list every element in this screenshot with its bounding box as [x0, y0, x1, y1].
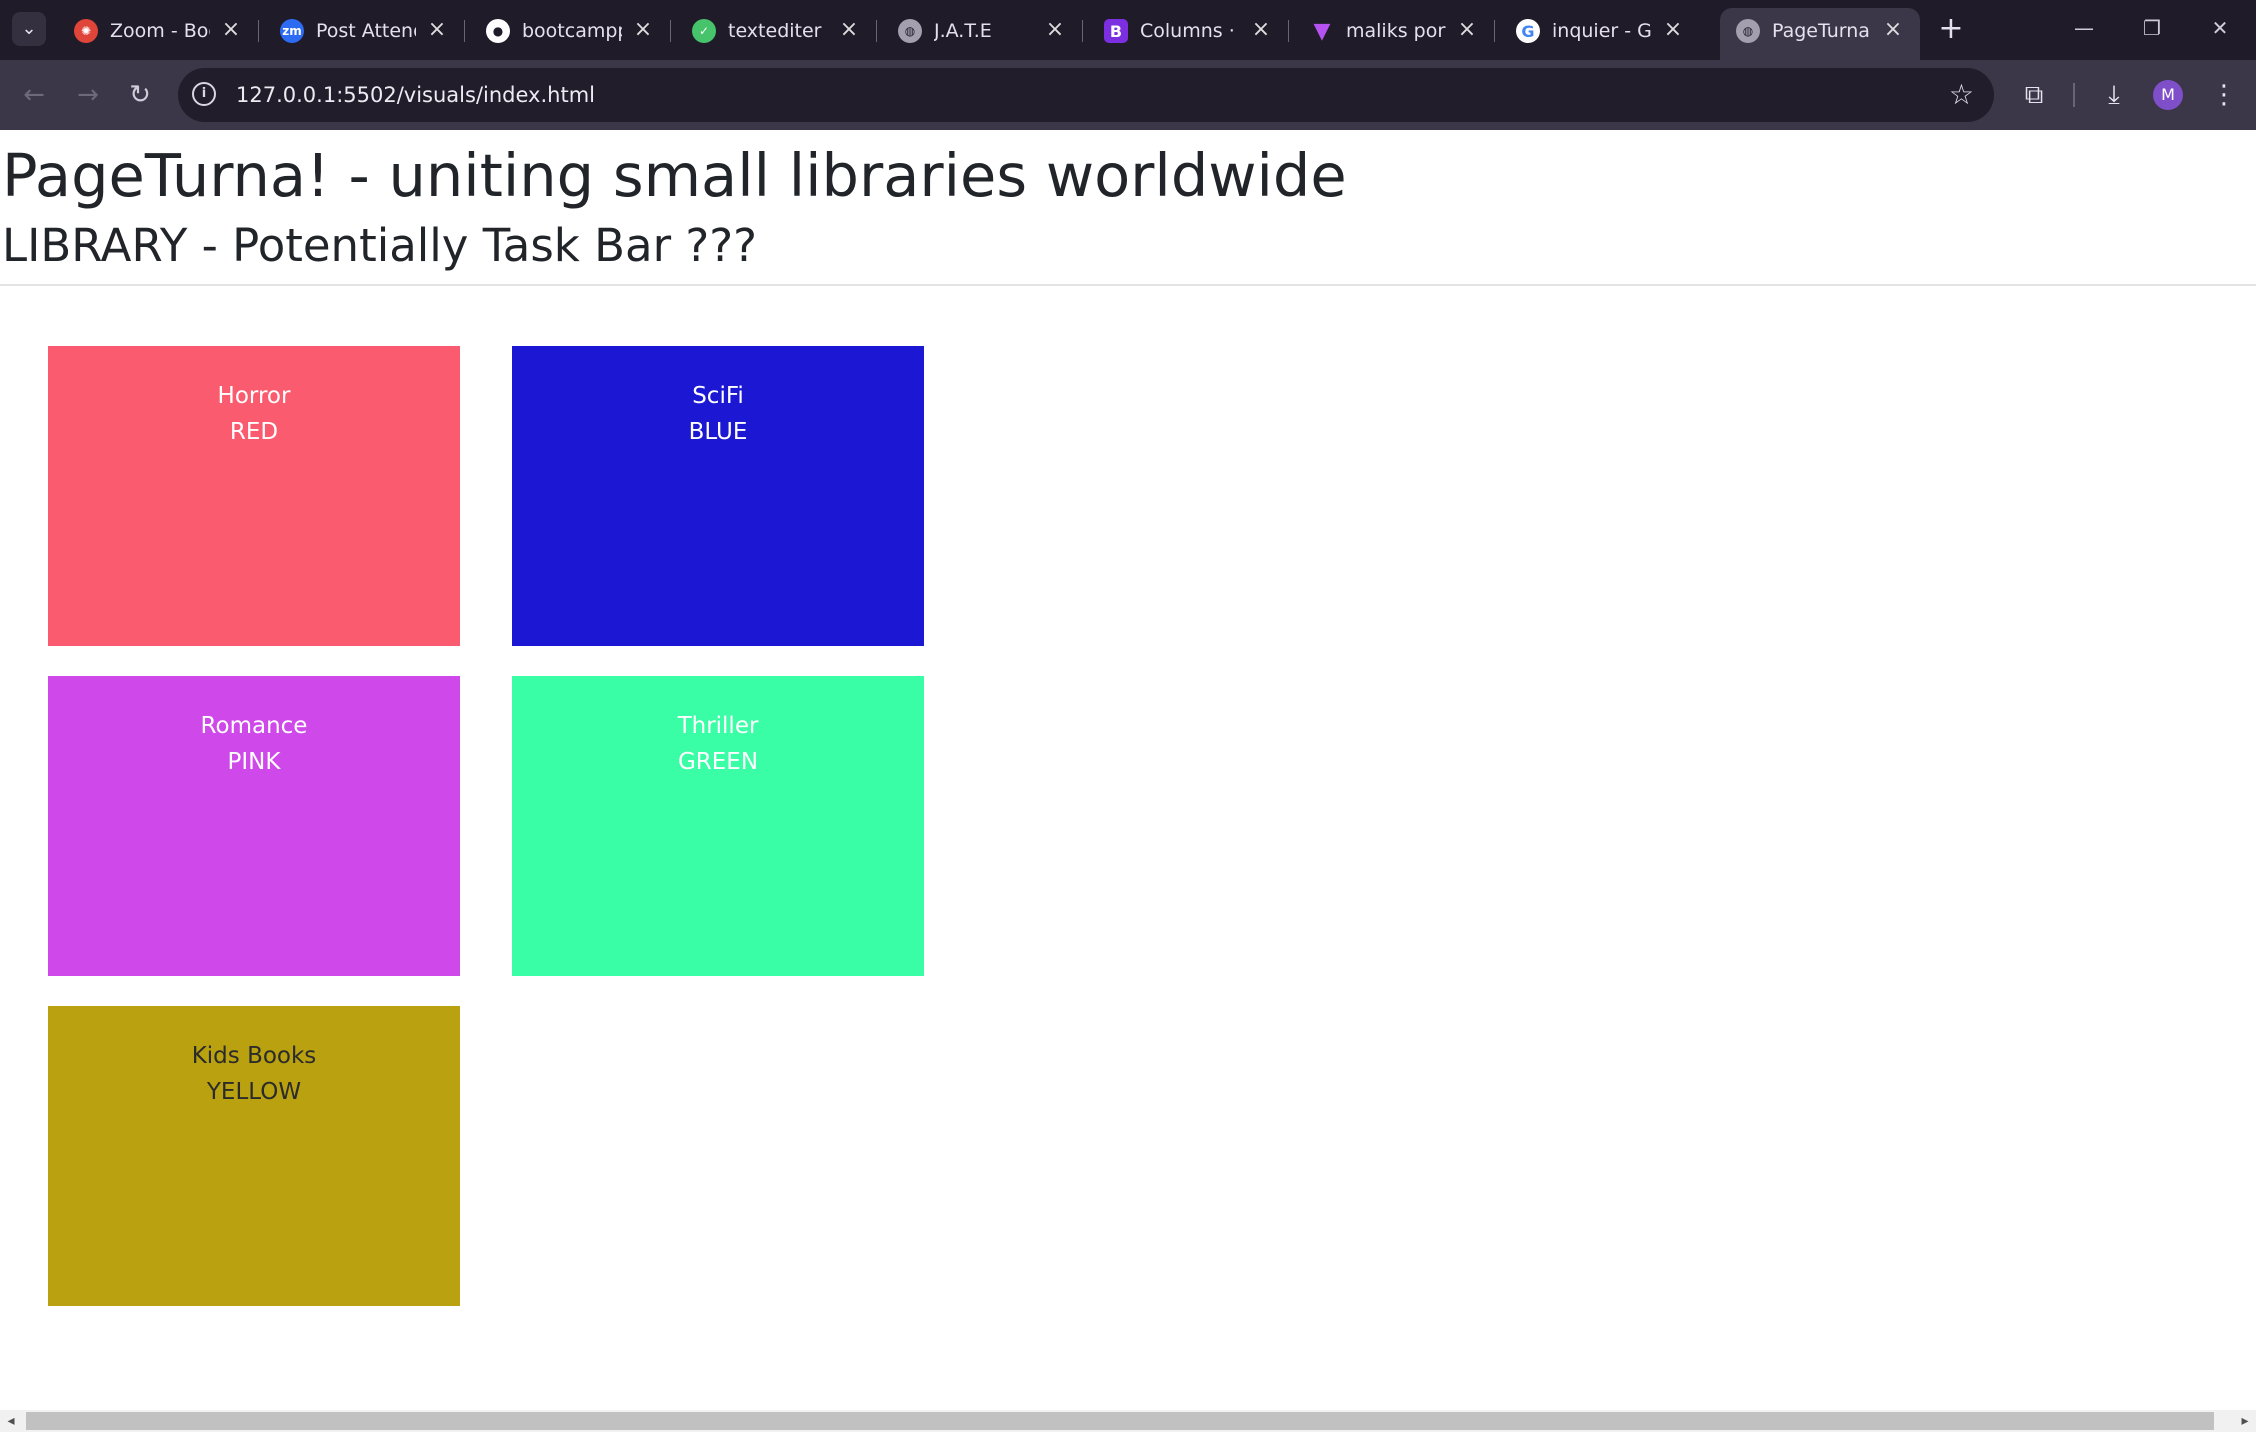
extensions-button[interactable]: ⧉	[2014, 75, 2054, 115]
render-icon: ✓	[692, 19, 716, 43]
scrollbar-thumb[interactable]	[26, 1412, 2214, 1430]
download-icon: ⤓	[2108, 80, 2120, 110]
tab-maliks-portfolio[interactable]: ▼ maliks portfo ×	[1294, 8, 1495, 52]
forward-button[interactable]: →	[68, 75, 108, 115]
google-icon: G	[1516, 19, 1540, 43]
tab-zoom-boot[interactable]: ✺ Zoom - Boot ×	[58, 8, 259, 52]
puzzle-icon: ⧉	[2024, 80, 2044, 110]
page-title: PageTurna! - uniting small libraries wor…	[2, 141, 1347, 210]
tab-label: Columns · Bo	[1140, 20, 1240, 42]
profile-avatar[interactable]: M	[2153, 80, 2183, 110]
close-icon[interactable]: ×	[1660, 17, 1686, 43]
page-content: PageTurna! - uniting small libraries wor…	[0, 130, 2256, 1410]
genre-color-label: RED	[229, 419, 279, 445]
genre-card-horror[interactable]: Horror RED	[48, 346, 460, 646]
back-button[interactable]: ←	[14, 75, 54, 115]
tab-search-button[interactable]: ⌄	[12, 12, 46, 46]
page-subtitle: LIBRARY - Potentially Task Bar ???	[2, 219, 758, 272]
minimize-button[interactable]: —	[2064, 10, 2104, 46]
close-icon[interactable]: ×	[424, 17, 450, 43]
tab-label: Zoom - Boot	[110, 20, 210, 42]
tab-label: maliks portfo	[1346, 20, 1446, 42]
tab-post-attendee[interactable]: zm Post Attende ×	[264, 8, 465, 52]
tab-strip: ⌄ ✺ Zoom - Boot × zm Post Attende × ● bo…	[0, 0, 2256, 60]
tab-label: textediter · V	[728, 20, 828, 42]
close-icon[interactable]: ×	[1454, 17, 1480, 43]
toolbar-divider	[2073, 83, 2075, 107]
genre-name: Horror	[217, 383, 291, 409]
restore-button[interactable]: ❐	[2132, 10, 2172, 46]
address-bar[interactable]: i 127.0.0.1:5502/visuals/index.html ☆	[178, 68, 1994, 122]
tab-label: Post Attende	[316, 20, 416, 42]
scroll-right-icon[interactable]: ▸	[2234, 1410, 2256, 1432]
genre-card-romance[interactable]: Romance PINK	[48, 676, 460, 976]
tab-label: bootcampp2	[522, 20, 622, 42]
tab-separator	[464, 20, 465, 42]
tab-label: PageTurna!	[1772, 20, 1872, 42]
tab-label: J.A.T.E	[934, 20, 992, 42]
tab-separator	[876, 20, 877, 42]
genre-color-label: PINK	[227, 749, 281, 775]
close-icon[interactable]: ×	[218, 17, 244, 43]
genre-card-thriller[interactable]: Thriller GREEN	[512, 676, 924, 976]
kebab-menu-icon: ⋮	[2211, 80, 2237, 110]
genre-card-kids-books[interactable]: Kids Books YELLOW	[48, 1006, 460, 1306]
close-icon[interactable]: ×	[630, 17, 656, 43]
close-icon[interactable]: ×	[836, 17, 862, 43]
scroll-left-icon[interactable]: ◂	[0, 1410, 22, 1432]
tab-jate[interactable]: ◍ J.A.T.E ×	[882, 8, 1083, 52]
globe-icon: ◍	[1736, 19, 1760, 43]
tab-columns[interactable]: B Columns · Bo ×	[1088, 8, 1289, 52]
tab-separator	[1082, 20, 1083, 42]
horizontal-scrollbar[interactable]: ◂ ▸	[0, 1410, 2256, 1432]
genre-color-label: YELLOW	[206, 1079, 302, 1105]
globe-icon: ◍	[898, 19, 922, 43]
reload-button[interactable]: ↻	[120, 75, 160, 115]
tab-separator	[1288, 20, 1289, 42]
genre-name: SciFi	[692, 383, 744, 409]
genre-color-label: GREEN	[677, 749, 759, 775]
bookmark-star-icon[interactable]: ☆	[1949, 78, 1974, 112]
browser-toolbar: ← → ↻ i 127.0.0.1:5502/visuals/index.htm…	[0, 60, 2256, 130]
chevron-down-icon: ⌄	[21, 18, 37, 39]
zoom-red-icon: ✺	[74, 19, 98, 43]
tab-textediter[interactable]: ✓ textediter · V ×	[676, 8, 877, 52]
close-icon[interactable]: ×	[1042, 17, 1068, 43]
genre-color-label: BLUE	[688, 419, 748, 445]
github-icon: ●	[486, 19, 510, 43]
genre-card-scifi[interactable]: SciFi BLUE	[512, 346, 924, 646]
site-info-icon[interactable]: i	[192, 82, 216, 106]
new-tab-button[interactable]: +	[1934, 12, 1968, 46]
tab-pageturna[interactable]: ◍ PageTurna! ×	[1720, 8, 1920, 60]
tab-separator	[258, 20, 259, 42]
close-icon[interactable]: ×	[1880, 17, 1906, 43]
zoom-icon: zm	[280, 19, 304, 43]
genre-name: Kids Books	[191, 1043, 317, 1069]
close-icon[interactable]: ×	[1248, 17, 1274, 43]
tab-inquier[interactable]: G inquier - Goo ×	[1500, 8, 1700, 52]
arrow-left-icon: ←	[23, 80, 45, 110]
tab-separator	[670, 20, 671, 42]
tab-bootcampp2[interactable]: ● bootcampp2 ×	[470, 8, 671, 52]
reload-icon: ↻	[129, 80, 151, 110]
bootstrap-icon: B	[1104, 19, 1128, 43]
vite-icon: ▼	[1313, 18, 1331, 44]
browser-menu-button[interactable]: ⋮	[2204, 75, 2244, 115]
genre-name: Romance	[200, 713, 308, 739]
genre-name: Thriller	[677, 713, 759, 739]
window-close-button[interactable]: ✕	[2200, 10, 2240, 46]
url-text[interactable]: 127.0.0.1:5502/visuals/index.html	[236, 82, 595, 108]
downloads-button[interactable]: ⤓	[2094, 75, 2134, 115]
tab-label: inquier - Goo	[1552, 20, 1652, 42]
tab-separator	[1494, 20, 1495, 42]
header-divider	[0, 284, 2256, 286]
arrow-right-icon: →	[77, 80, 99, 110]
